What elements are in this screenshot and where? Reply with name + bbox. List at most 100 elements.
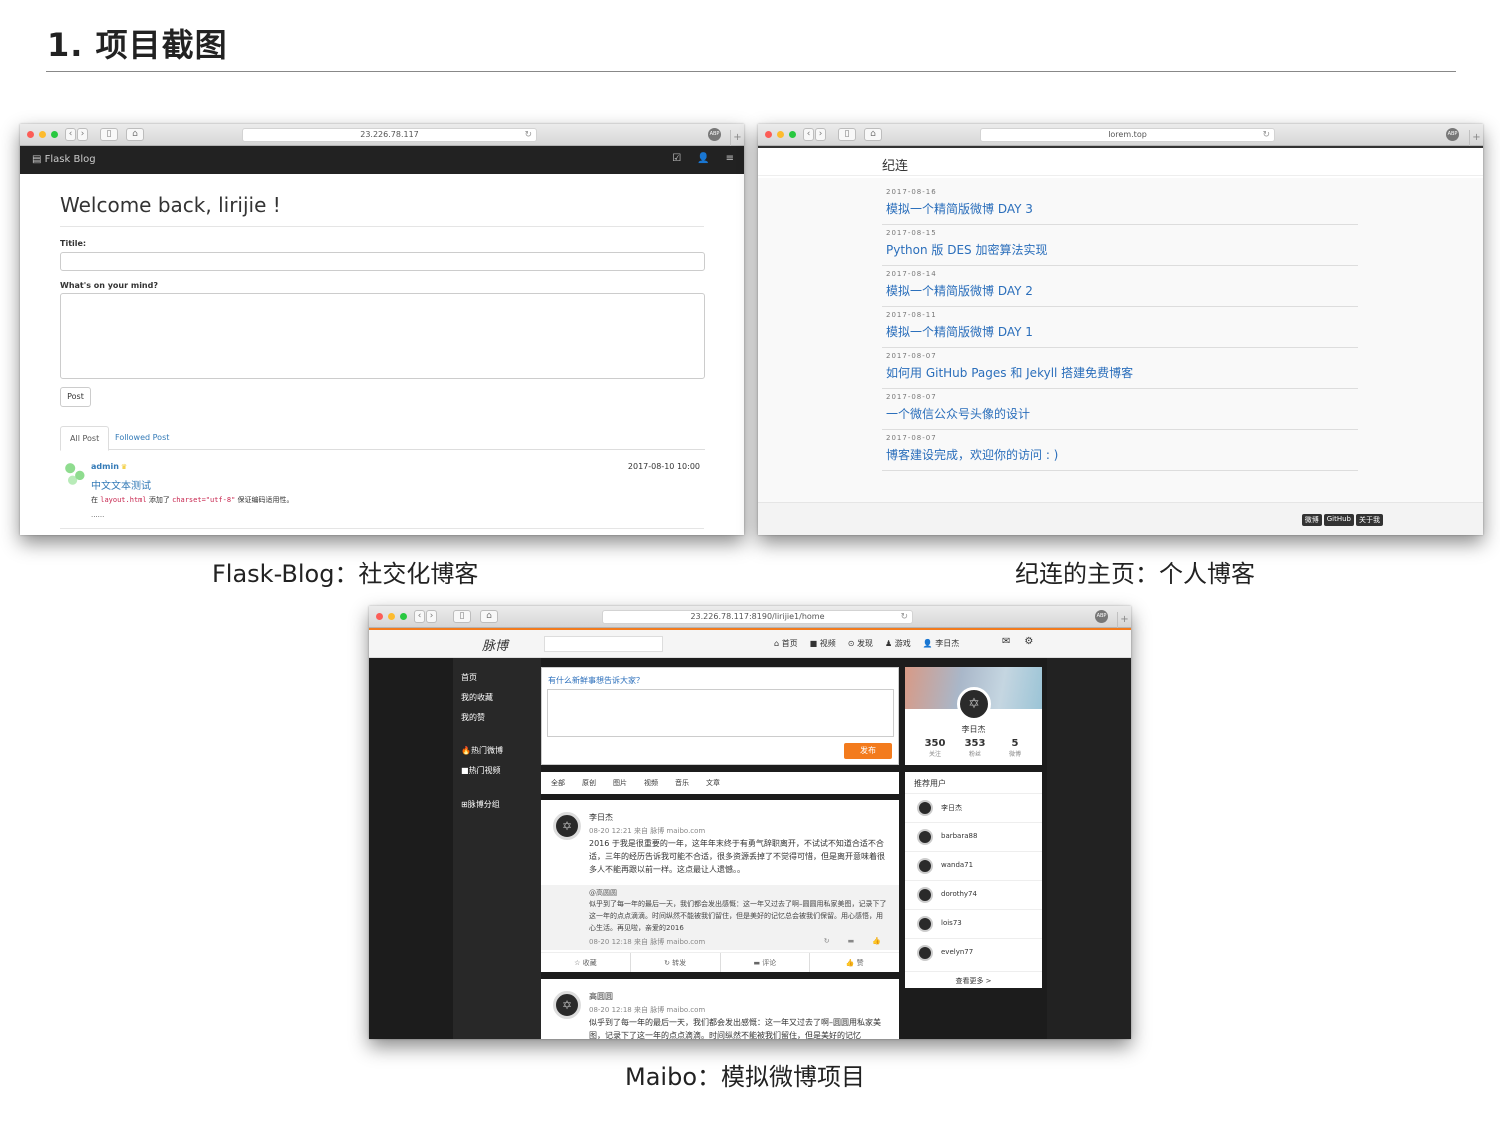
title-input[interactable] — [60, 252, 705, 271]
mail-icon[interactable]: ✉ — [1002, 636, 1010, 647]
like-button[interactable]: 👍 赞 — [810, 953, 899, 972]
favorite-button[interactable]: ☆ 收藏 — [541, 953, 631, 972]
zoom-dot[interactable] — [400, 613, 407, 620]
post-link[interactable]: Python 版 DES 加密算法实现 — [886, 241, 1047, 258]
body-textarea[interactable] — [60, 293, 705, 379]
reload-icon[interactable]: ↻ — [1262, 129, 1270, 141]
filter-all[interactable]: 全部 — [551, 772, 582, 794]
post-link[interactable]: 模拟一个精简版微博 DAY 2 — [886, 282, 1033, 299]
sidebar-toggle-icon[interactable]: ▯ — [453, 610, 471, 623]
brand[interactable]: ▤ Flask Blog — [32, 154, 96, 165]
post-button[interactable]: Post — [60, 387, 91, 407]
new-tab-button[interactable]: + — [1469, 130, 1483, 146]
menu-icon[interactable]: ≡ — [726, 153, 734, 164]
post-title[interactable]: 中文文本测试 — [91, 477, 151, 492]
stat-followers[interactable]: 353 粉丝 — [955, 738, 995, 758]
stat-posts[interactable]: 5 微博 — [995, 738, 1035, 758]
close-dot[interactable] — [765, 131, 772, 138]
address-bar[interactable]: lorem.top ↻ — [980, 128, 1275, 142]
zoom-dot[interactable] — [789, 131, 796, 138]
list-item[interactable]: wanda71 — [905, 851, 1042, 880]
minimize-dot[interactable] — [388, 613, 395, 620]
profile-name[interactable]: 李日杰 — [905, 724, 1042, 735]
post-author[interactable]: 李日杰 — [589, 812, 613, 823]
nav-profile[interactable]: 👤 李日杰 — [923, 638, 960, 649]
sidebar-item-hot-weibo[interactable]: 🔥热门微博 — [461, 745, 503, 756]
post-link[interactable]: 模拟一个精简版微博 DAY 3 — [886, 200, 1033, 217]
post-link[interactable]: 博客建设完成，欢迎你的访问 : ) — [886, 446, 1058, 463]
github-link[interactable]: GitHub — [1323, 514, 1354, 526]
forward-button[interactable]: ↻ 转发 — [631, 953, 721, 972]
home-icon[interactable]: ⌂ — [480, 610, 498, 623]
sidebar-item-groups[interactable]: ⊞脉博分组 — [461, 799, 500, 810]
weibo-link[interactable]: 微博 — [1301, 514, 1322, 526]
address-bar[interactable]: 23.226.78.117 ↻ — [242, 128, 537, 142]
list-item[interactable]: lois73 — [905, 909, 1042, 938]
post-link[interactable]: 如何用 GitHub Pages 和 Jekyll 搭建免费博客 — [886, 364, 1133, 381]
stat-following[interactable]: 350 关注 — [915, 738, 955, 758]
home-icon[interactable]: ⌂ — [864, 128, 882, 141]
nav-home[interactable]: ⌂ 首页 — [774, 638, 798, 649]
minimize-dot[interactable] — [777, 131, 784, 138]
list-item[interactable]: barbara88 — [905, 822, 1042, 851]
filter-video[interactable]: 视频 — [644, 772, 675, 794]
back-button[interactable]: ‹ — [414, 610, 425, 623]
repost-icon[interactable]: ↻ — [824, 937, 830, 945]
filter-music[interactable]: 音乐 — [675, 772, 706, 794]
sidebar-item-likes[interactable]: 我的赞 — [461, 712, 485, 723]
comment-button[interactable]: ▬ 评论 — [721, 953, 811, 972]
forward-button[interactable]: › — [815, 128, 826, 141]
sidebar-toggle-icon[interactable]: ▯ — [838, 128, 856, 141]
see-more-link[interactable]: 查看更多 > — [905, 971, 1042, 986]
sidebar-toggle-icon[interactable]: ▯ — [100, 128, 118, 141]
extension-icon[interactable]: ABP — [708, 128, 721, 141]
site-brand[interactable]: 纪连 — [882, 155, 908, 174]
nav-discover[interactable]: ⊙ 发现 — [848, 638, 873, 649]
list-item[interactable]: dorothy74 — [905, 880, 1042, 909]
comment-icon[interactable]: ▬ — [848, 937, 855, 945]
extension-icon[interactable]: ABP — [1446, 128, 1459, 141]
new-tab-button[interactable]: + — [730, 130, 744, 146]
list-item[interactable]: evelyn77 — [905, 938, 1042, 967]
like-icon[interactable]: 👍 — [872, 937, 881, 945]
repost-author[interactable]: @高圆圆 — [589, 888, 617, 898]
forward-button[interactable]: › — [426, 610, 437, 623]
sidebar-item-favorites[interactable]: 我的收藏 — [461, 692, 493, 703]
about-link[interactable]: 关于我 — [1356, 514, 1383, 526]
post-author[interactable]: 高圆圆 — [589, 991, 613, 1002]
filter-article[interactable]: 文章 — [706, 772, 737, 794]
profile-avatar[interactable]: ✡ — [957, 687, 991, 721]
compose-textarea[interactable] — [547, 689, 894, 737]
zoom-dot[interactable] — [51, 131, 58, 138]
close-dot[interactable] — [27, 131, 34, 138]
new-tab-button[interactable]: + — [1117, 612, 1131, 628]
extension-icon[interactable]: ABP — [1095, 610, 1108, 623]
filter-image[interactable]: 图片 — [613, 772, 644, 794]
user-icon[interactable]: 👤 — [697, 153, 709, 164]
post-author[interactable]: admin ♛ — [91, 462, 127, 471]
avatar[interactable]: ✡ — [553, 812, 581, 840]
tab-followed-post[interactable]: Followed Post — [106, 426, 178, 451]
sidebar-item-home[interactable]: 首页 — [461, 672, 477, 683]
home-icon[interactable]: ⌂ — [126, 128, 144, 141]
site-logo[interactable]: 脉博 — [482, 635, 508, 654]
reload-icon[interactable]: ↻ — [524, 129, 532, 141]
post-link[interactable]: 模拟一个精简版微博 DAY 1 — [886, 323, 1033, 340]
edit-icon[interactable]: ☑ — [672, 153, 681, 164]
filter-original[interactable]: 原创 — [582, 772, 613, 794]
forward-button[interactable]: › — [77, 128, 88, 141]
list-item[interactable]: 李日杰 — [905, 793, 1042, 822]
back-button[interactable]: ‹ — [65, 128, 76, 141]
nav-game[interactable]: ♟ 游戏 — [885, 638, 911, 649]
post-link[interactable]: 一个微信公众号头像的设计 — [886, 405, 1030, 422]
avatar[interactable]: ✡ — [553, 991, 581, 1019]
tab-all-post[interactable]: All Post — [60, 426, 110, 451]
reload-icon[interactable]: ↻ — [900, 611, 908, 623]
address-bar[interactable]: 23.226.78.117:8190/lirijie1/home ↻ — [602, 610, 913, 624]
publish-button[interactable]: 发布 — [844, 743, 892, 759]
nav-video[interactable]: ■ 视频 — [810, 638, 836, 649]
back-button[interactable]: ‹ — [803, 128, 814, 141]
sidebar-item-hot-video[interactable]: ■热门视频 — [461, 765, 501, 776]
close-dot[interactable] — [376, 613, 383, 620]
search-input[interactable] — [544, 636, 663, 652]
